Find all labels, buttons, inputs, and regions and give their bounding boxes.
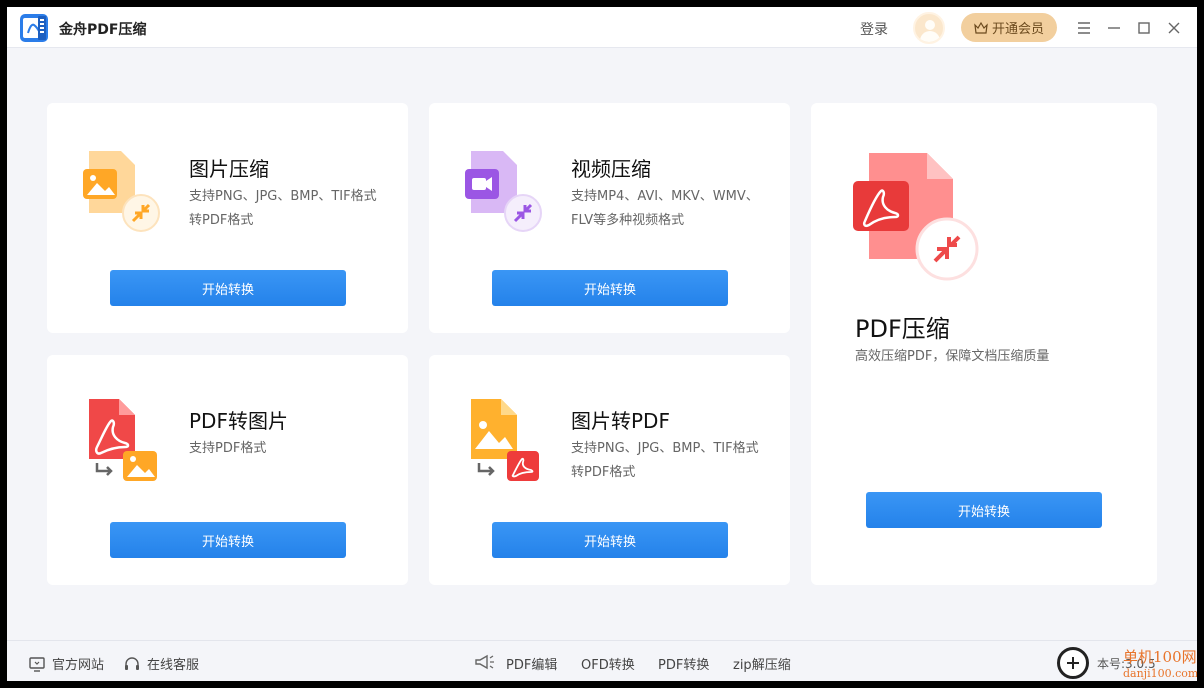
pdf-compress-icon <box>853 153 979 281</box>
video-compress-icon <box>465 151 542 232</box>
maximize-icon <box>1138 22 1150 34</box>
monitor-icon <box>29 656 45 672</box>
minimize-button[interactable] <box>1105 19 1123 37</box>
avatar-body <box>920 31 940 42</box>
start-convert-button[interactable]: 开始转换 <box>492 522 728 558</box>
image-to-pdf-icon <box>471 399 539 481</box>
card-image-to-pdf[interactable]: 图片转PDF 支持PNG、JPG、BMP、TIF格式转PDF格式 开始转换 <box>429 355 790 585</box>
card-desc: 高效压缩PDF，保障文档压缩质量 <box>855 349 1050 364</box>
megaphone-icon <box>475 654 494 670</box>
online-service-label: 在线客服 <box>147 658 200 673</box>
maximize-button[interactable] <box>1135 19 1153 37</box>
card-desc: 支持PNG、JPG、BMP、TIF格式转PDF格式 <box>189 189 377 228</box>
card-pdf-compress[interactable]: PDF压缩 高效压缩PDF，保障文档压缩质量 开始转换 <box>811 103 1157 585</box>
watermark-title: 单机100网 <box>1123 648 1197 666</box>
close-icon <box>1168 22 1180 34</box>
card-image-compress[interactable]: 图片压缩 支持PNG、JPG、BMP、TIF格式转PDF格式 开始转换 <box>47 103 408 333</box>
avatar[interactable] <box>913 12 945 44</box>
card-pdf-to-image[interactable]: PDF转图片 支持PDF格式 开始转换 <box>47 355 408 585</box>
start-convert-button[interactable]: 开始转换 <box>492 270 728 306</box>
card-title: 视频压缩 <box>571 157 651 181</box>
vip-button[interactable]: 开通会员 <box>961 13 1057 42</box>
start-convert-button[interactable]: 开始转换 <box>110 270 346 306</box>
watermark-url: danji100.com <box>1123 667 1197 680</box>
online-service-link[interactable]: 在线客服 <box>123 654 199 673</box>
card-title: 图片转PDF <box>571 409 670 433</box>
link-pdf-edit[interactable]: PDF编辑 <box>506 654 557 673</box>
link-zip-extract[interactable]: zip解压缩 <box>733 654 791 673</box>
official-site-link[interactable]: 官方网站 <box>28 654 104 673</box>
link-pdf-convert[interactable]: PDF转换 <box>658 654 709 673</box>
watermark: 本号:3.0.5 单机100网 danji100.com <box>1057 643 1197 681</box>
card-title: PDF压缩 <box>855 315 950 343</box>
pdf-to-image-icon <box>89 399 157 481</box>
headset-icon <box>125 656 139 670</box>
close-button[interactable] <box>1165 19 1183 37</box>
card-title: 图片压缩 <box>189 157 269 181</box>
card-title: PDF转图片 <box>189 409 288 433</box>
crown-icon <box>974 21 988 34</box>
link-ofd-convert[interactable]: OFD转换 <box>581 654 635 673</box>
card-desc: 支持MP4、AVI、MKV、WMV、FLV等多种视频格式 <box>571 189 759 228</box>
card-video-compress[interactable]: 视频压缩 支持MP4、AVI、MKV、WMV、FLV等多种视频格式 开始转换 <box>429 103 790 333</box>
card-desc: 支持PDF格式 <box>189 441 267 456</box>
start-convert-button[interactable]: 开始转换 <box>866 492 1102 528</box>
vip-label: 开通会员 <box>991 22 1044 37</box>
menu-icon <box>1078 22 1090 34</box>
app-logo-icon <box>20 14 48 42</box>
start-convert-button[interactable]: 开始转换 <box>110 522 346 558</box>
app-window: 金舟PDF压缩 登录 开通会员 图片压缩 支持PNG、JPG、BMP、TIF格式… <box>7 7 1197 681</box>
avatar-head <box>925 20 935 30</box>
title-bar: 金舟PDF压缩 登录 开通会员 <box>7 7 1197 48</box>
watermark-plus-icon <box>1057 647 1089 679</box>
app-title: 金舟PDF压缩 <box>59 22 147 38</box>
minimize-icon <box>1108 27 1120 29</box>
card-desc: 支持PNG、JPG、BMP、TIF格式转PDF格式 <box>571 441 759 480</box>
menu-button[interactable] <box>1075 19 1093 37</box>
bottom-bar: 官方网站 在线客服 PDF编辑 OFD转换 PDF转换 zip解压缩 本号:3.… <box>7 640 1197 681</box>
login-link[interactable]: 登录 <box>860 19 888 39</box>
official-site-label: 官方网站 <box>52 658 105 673</box>
image-compress-icon <box>83 151 160 232</box>
